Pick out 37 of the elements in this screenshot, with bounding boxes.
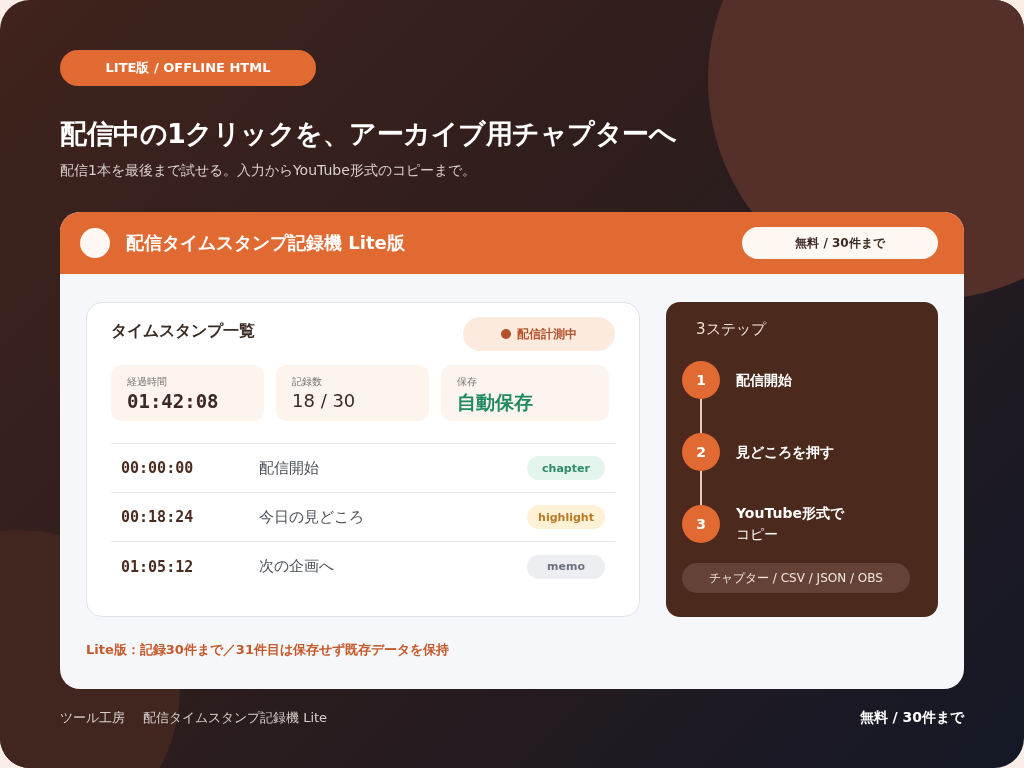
step-label: コピー — [736, 525, 778, 544]
step-label: YouTube形式で — [736, 504, 844, 523]
headline: 配信中の1クリックを、アーカイブ用チャプターへ — [60, 117, 678, 151]
version-badge: LITE版 / OFFLINE HTML — [60, 50, 316, 86]
stat-value: 18 / 30 — [292, 390, 357, 411]
timestamp: 00:18:24 — [121, 508, 195, 526]
timestamp-title: 次の企画へ — [259, 557, 335, 576]
tag: memo — [527, 554, 605, 579]
dot-icon — [501, 329, 511, 339]
subtitle: 配信1本を最後まで試せる。入力からYouTube形式のコピーまで。 — [60, 162, 477, 180]
footer-product: 配信タイムスタンプ記録機 Lite — [143, 709, 328, 727]
timestamp: 00:00:00 — [121, 459, 195, 477]
panel-title: タイムスタンプ一覧 — [111, 321, 255, 342]
limit-note: Lite版：記録30件まで／31件目は保存せず既存データを保持 — [86, 641, 450, 659]
step-label: 見どころを押す — [736, 442, 834, 462]
stat-label: 保存 — [457, 375, 478, 389]
circle-icon — [80, 228, 110, 258]
step-label: 配信開始 — [736, 370, 792, 390]
app-title: 配信タイムスタンプ記録機 Lite版 — [126, 231, 406, 255]
timestamp-title: 配信開始 — [259, 458, 320, 478]
step-number: 2 — [682, 433, 720, 471]
tag: chapter — [527, 456, 605, 480]
plan-badge: 無料 / 30件まで — [742, 227, 938, 259]
stat-value: 自動保存 — [457, 390, 534, 415]
stat-label: 経過時間 — [127, 375, 168, 389]
timestamp: 01:05:12 — [121, 557, 195, 576]
step-number: 1 — [682, 361, 720, 399]
step-number: 3 — [682, 505, 720, 543]
tag: highlight — [527, 505, 605, 529]
steps-title: 3ステップ — [696, 320, 768, 339]
footer-brand: ツール工房 — [60, 709, 125, 727]
stat-value: 01:42:08 — [127, 390, 220, 412]
formats-badge: チャプター / CSV / JSON / OBS — [682, 563, 910, 593]
timestamp-title: 今日の見どころ — [259, 507, 365, 527]
footer-plan: 無料 / 30件まで — [859, 709, 964, 727]
status-label: 配信計測中 — [517, 325, 577, 343]
stat-label: 記録数 — [292, 375, 323, 389]
